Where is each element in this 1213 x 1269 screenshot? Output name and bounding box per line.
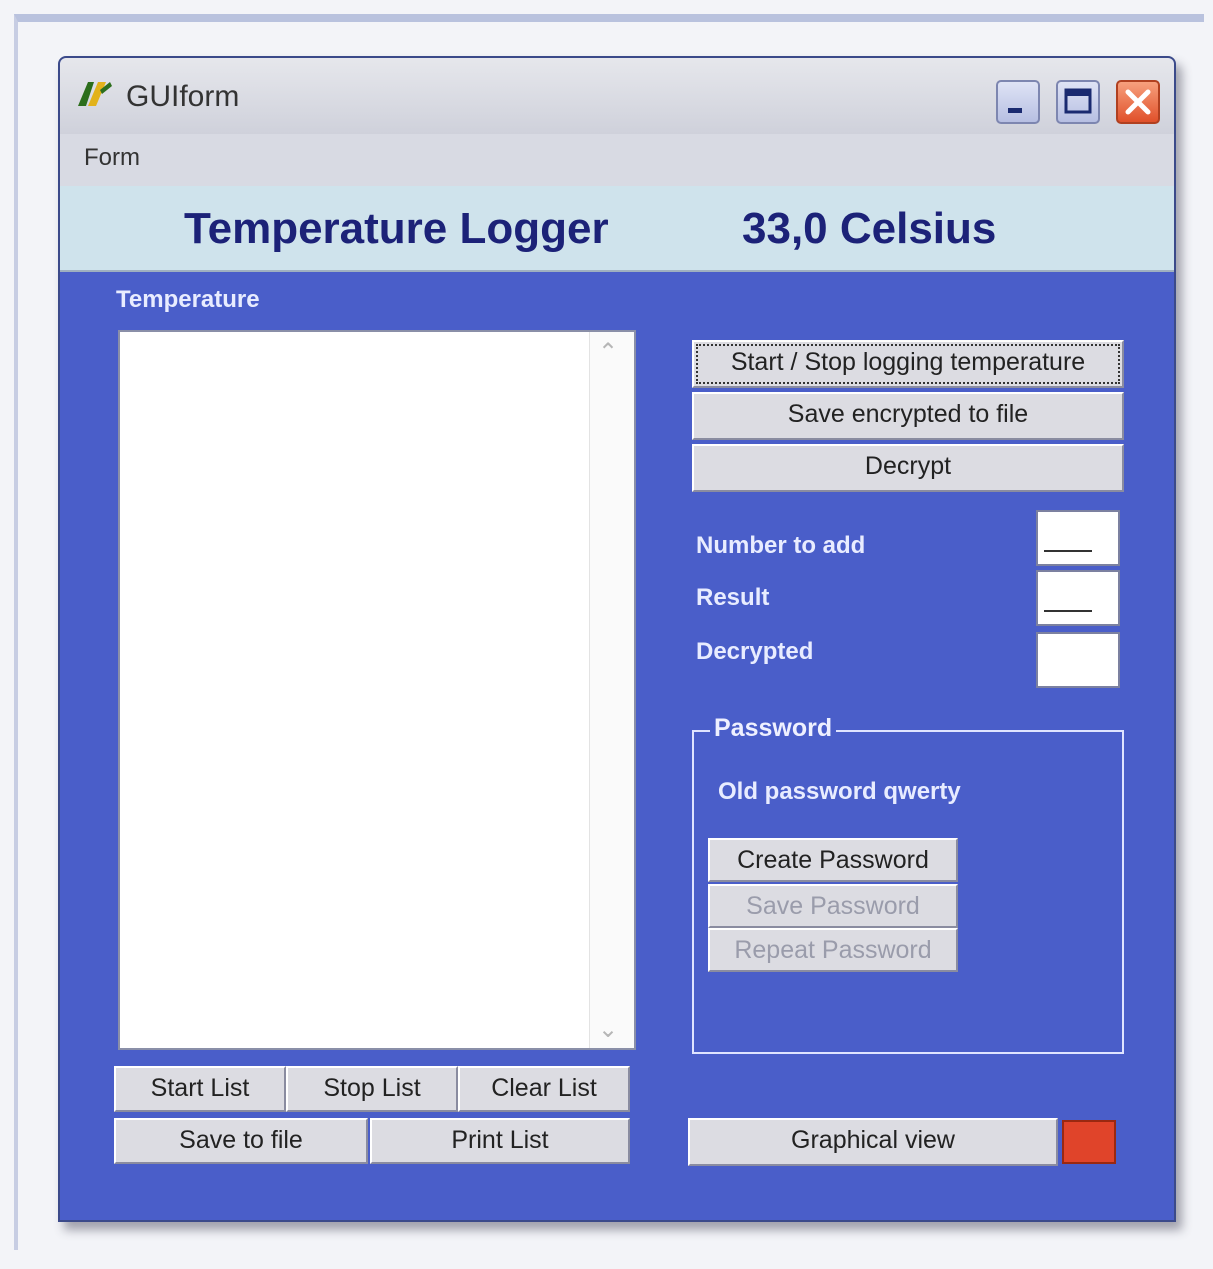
menu-bar: Form: [60, 134, 1174, 187]
old-password-text: Old password qwerty: [718, 778, 961, 805]
header-band: Temperature Logger 33,0 Celsius: [60, 186, 1174, 272]
status-indicator: [1062, 1120, 1116, 1164]
app-window: GUIform Form Temperature Logger 33,0 Cel…: [58, 56, 1176, 1222]
close-icon: [1125, 89, 1151, 115]
print-list-button[interactable]: Print List: [370, 1118, 630, 1164]
save-to-file-button[interactable]: Save to file: [114, 1118, 368, 1164]
close-button[interactable]: [1116, 80, 1160, 124]
scroll-down-icon[interactable]: ⌄: [598, 1015, 618, 1044]
decrypted-label: Decrypted: [696, 638, 814, 665]
app-heading: Temperature Logger: [184, 204, 609, 253]
stop-list-button[interactable]: Stop List: [286, 1066, 458, 1112]
scroll-up-icon[interactable]: ⌃: [598, 338, 618, 367]
minimize-icon: [1008, 108, 1022, 113]
input-underline: [1044, 550, 1092, 552]
app-logo-icon: [78, 82, 112, 106]
number-to-add-input[interactable]: [1036, 510, 1120, 566]
result-input[interactable]: [1036, 570, 1120, 626]
minimize-button[interactable]: [996, 80, 1040, 124]
start-list-button[interactable]: Start List: [114, 1066, 286, 1112]
temperature-label: Temperature: [116, 286, 260, 313]
temperature-list[interactable]: ⌃ ⌄: [118, 330, 636, 1050]
maximize-icon: [1064, 88, 1092, 114]
number-to-add-label: Number to add: [696, 532, 866, 559]
save-password-button[interactable]: Save Password: [708, 884, 958, 928]
window-title: GUIform: [126, 80, 240, 113]
decrypt-button[interactable]: Decrypt: [692, 444, 1124, 492]
maximize-button[interactable]: [1056, 80, 1100, 124]
clear-list-button[interactable]: Clear List: [458, 1066, 630, 1112]
save-encrypted-button[interactable]: Save encrypted to file: [692, 392, 1124, 440]
input-underline: [1044, 610, 1092, 612]
create-password-button[interactable]: Create Password: [708, 838, 958, 882]
repeat-password-button[interactable]: Repeat Password: [708, 928, 958, 972]
list-scrollbar[interactable]: ⌃ ⌄: [589, 332, 634, 1048]
menu-item-form[interactable]: Form: [84, 144, 140, 172]
decrypted-input[interactable]: [1036, 632, 1120, 688]
start-stop-logging-button[interactable]: Start / Stop logging temperature: [692, 340, 1124, 388]
result-label: Result: [696, 584, 770, 611]
temperature-reading: 33,0 Celsius: [742, 204, 997, 253]
graphical-view-button[interactable]: Graphical view: [688, 1118, 1058, 1166]
password-legend: Password: [710, 714, 837, 743]
title-bar[interactable]: GUIform: [60, 58, 1174, 135]
